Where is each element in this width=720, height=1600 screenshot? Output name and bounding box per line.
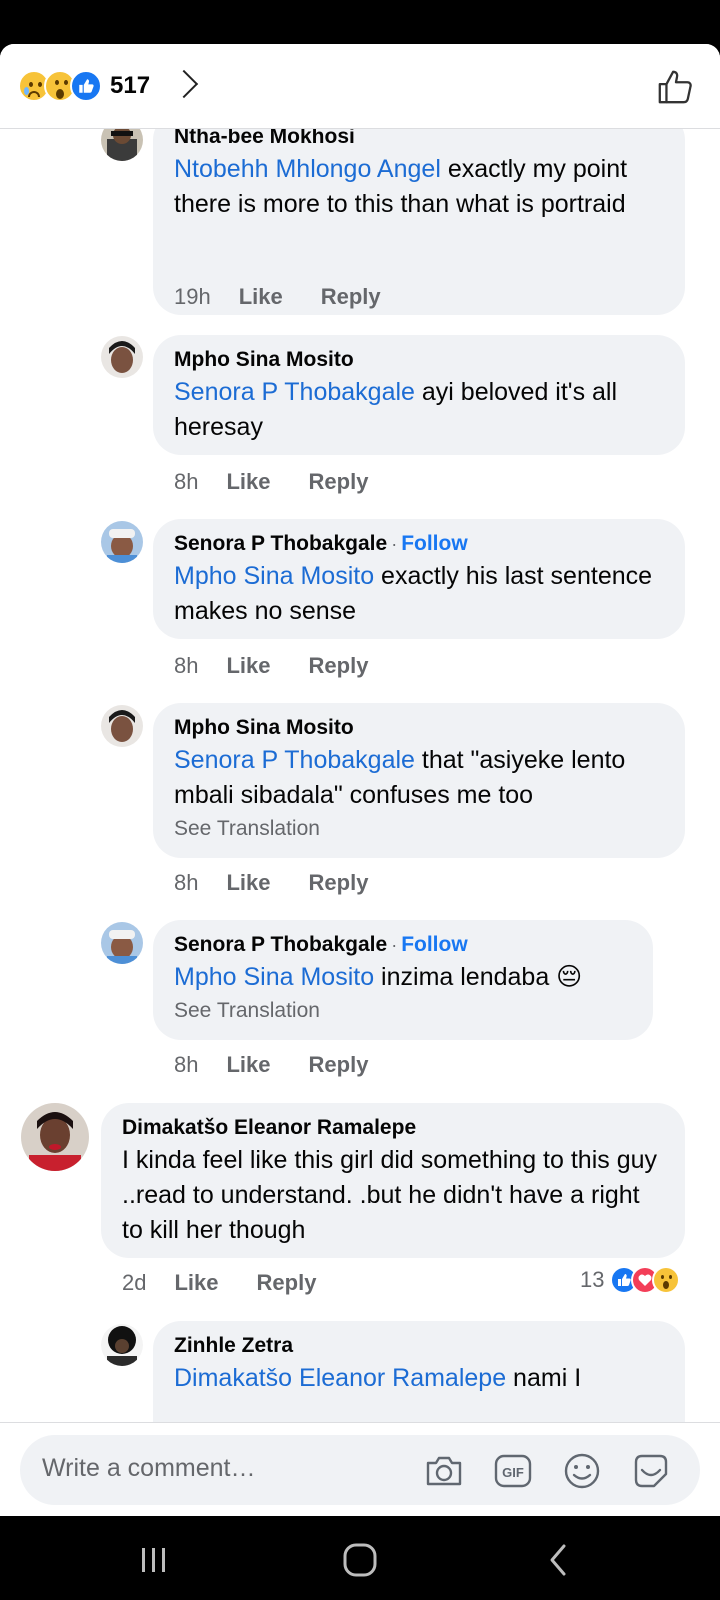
comment-author[interactable]: Mpho Sina Mosito <box>174 716 354 739</box>
reply-button[interactable]: Reply <box>309 1052 369 1078</box>
comment-actions: 8h Like Reply <box>174 870 368 896</box>
reply-button[interactable]: Reply <box>321 284 381 310</box>
comment-author[interactable]: Mpho Sina Mosito <box>174 348 354 371</box>
comment-bubble: Senora P Thobakgale · Follow Mpho Sina Mos… <box>153 920 653 1040</box>
reaction-total: 517 <box>110 72 151 99</box>
comment-author[interactable]: Senora P Thobakgale <box>174 933 387 956</box>
emoji-icon[interactable] <box>561 1450 603 1492</box>
like-button[interactable]: Like <box>226 469 270 495</box>
avatar[interactable] <box>101 1324 143 1366</box>
mention-link[interactable]: Senora P Thobakgale <box>174 746 415 774</box>
reply-button[interactable]: Reply <box>309 469 369 495</box>
svg-text:GIF: GIF <box>502 1465 524 1480</box>
comment-bubble: Mpho Sina Mosito Senora P Thobakgale ayi… <box>153 335 685 455</box>
reaction-summary[interactable]: 517 <box>18 68 150 104</box>
like-icon <box>70 70 102 102</box>
comment-placeholder: Write a comment… <box>42 1454 256 1482</box>
like-button[interactable]: Like <box>239 284 283 310</box>
gif-icon[interactable]: GIF <box>492 1450 534 1492</box>
follow-separator: · <box>391 534 398 554</box>
comment-time[interactable]: 8h <box>174 469 198 495</box>
comment-composer-bar: Write a comment… GIF <box>0 1422 720 1516</box>
like-outline-icon[interactable] <box>656 68 694 106</box>
comment-reactions[interactable]: 13 <box>580 1266 681 1294</box>
mention-link[interactable]: Mpho Sina Mosito <box>174 963 374 991</box>
comment-input[interactable]: Write a comment… GIF <box>20 1435 700 1505</box>
avatar[interactable] <box>101 922 143 964</box>
comment-time[interactable]: 2d <box>122 1270 146 1296</box>
comment-text: inzima lendaba 😔 <box>374 963 583 991</box>
mention-link[interactable]: Senora P Thobakgale <box>174 378 415 406</box>
like-button[interactable]: Like <box>226 1052 270 1078</box>
home-icon[interactable] <box>338 1538 382 1582</box>
reply-button[interactable]: Reply <box>309 870 369 896</box>
comment-actions: 8h Like Reply <box>174 1052 368 1078</box>
recent-apps-icon[interactable] <box>132 1538 176 1582</box>
status-bar <box>0 0 720 44</box>
reaction-count: 13 <box>580 1267 605 1292</box>
camera-icon[interactable] <box>423 1450 465 1492</box>
reply-button[interactable]: Reply <box>309 653 369 679</box>
comment-time[interactable]: 8h <box>174 653 198 679</box>
back-icon[interactable] <box>538 1538 582 1582</box>
system-nav-bar <box>0 1516 720 1600</box>
reply-button[interactable]: Reply <box>257 1270 317 1296</box>
comment-author[interactable]: Dimakatšo Eleanor Ramalepe <box>122 1116 416 1139</box>
see-translation-link[interactable]: See Translation <box>174 995 632 1027</box>
see-translation-link[interactable]: See Translation <box>174 813 664 845</box>
comment-text: I kinda feel like this girl did somethin… <box>122 1146 657 1244</box>
like-button[interactable]: Like <box>226 653 270 679</box>
follow-button[interactable]: Follow <box>401 532 468 555</box>
comment-actions: 19h Like Reply <box>174 284 381 310</box>
like-button[interactable]: Like <box>174 1270 218 1296</box>
like-button[interactable]: Like <box>226 870 270 896</box>
mention-link[interactable]: Dimakatšo Eleanor Ramalepe <box>174 1364 506 1392</box>
comment-time[interactable]: 8h <box>174 1052 198 1078</box>
comment-bubble: Mpho Sina Mosito Senora P Thobakgale tha… <box>153 703 685 858</box>
avatar[interactable] <box>101 521 143 563</box>
comment-actions: 8h Like Reply <box>174 469 368 495</box>
comment-text: nami I <box>506 1364 582 1392</box>
comment-actions: 2d Like Reply <box>122 1270 316 1296</box>
comment-bubble: Zinhle Zetra Dimakatšo Eleanor Ramalepe … <box>153 1321 685 1422</box>
wow-icon <box>652 1266 681 1294</box>
follow-separator: · <box>391 935 398 955</box>
chevron-right-icon[interactable] <box>169 69 199 99</box>
sticker-icon[interactable] <box>630 1450 672 1492</box>
avatar[interactable] <box>21 1103 89 1171</box>
comment-author[interactable]: Zinhle Zetra <box>174 1334 293 1357</box>
comment-author[interactable]: Senora P Thobakgale <box>174 532 387 555</box>
avatar[interactable] <box>101 336 143 378</box>
comment-bubble: Dimakatšo Eleanor Ramalepe I kinda feel … <box>101 1103 685 1258</box>
comments-sheet: Ntha-bee Mokhosi Ntobehh Mhlongo Angel e… <box>0 44 720 1516</box>
reactions-header: 517 <box>0 44 720 129</box>
comment-bubble: Senora P Thobakgale · Follow Mpho Sina Mos… <box>153 519 685 639</box>
comment-time[interactable]: 8h <box>174 870 198 896</box>
mention-link[interactable]: Mpho Sina Mosito <box>174 562 374 590</box>
comment-actions: 8h Like Reply <box>174 653 368 679</box>
comment-list[interactable]: Ntha-bee Mokhosi Ntobehh Mhlongo Angel e… <box>0 44 720 1422</box>
comment-time[interactable]: 19h <box>174 284 211 310</box>
avatar[interactable] <box>101 705 143 747</box>
follow-button[interactable]: Follow <box>401 933 468 956</box>
mention-link[interactable]: Ntobehh Mhlongo Angel <box>174 155 441 183</box>
